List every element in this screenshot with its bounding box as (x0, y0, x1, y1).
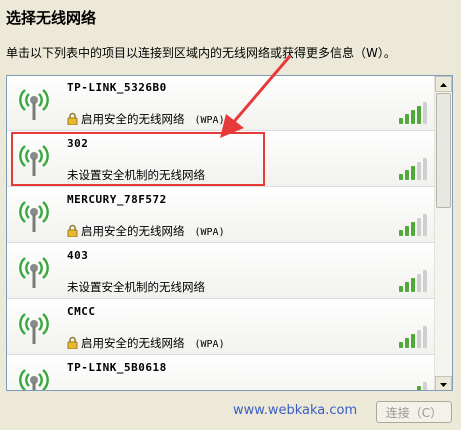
security-type: (WPA) (194, 227, 225, 238)
signal-strength-icon (411, 382, 427, 391)
status-text: 启用安全的无线网络 (81, 224, 185, 238)
network-status: 启用安全的无线网络 (WPA) (67, 335, 225, 351)
signal-strength-icon (399, 270, 427, 292)
arrow-down-icon (440, 383, 447, 387)
signal-bar (399, 342, 403, 348)
network-item[interactable]: MERCURY_78F572 启用安全的无线网络 (WPA) (7, 188, 435, 243)
network-status: 启用安全的无线网络 (WPA) (67, 223, 225, 239)
network-list-frame: TP-LINK_5326B0 启用安全的无线网络 (WPA) 302 未设置安全机制的无… (6, 75, 453, 391)
status-text: 启用安全的无线网络 (81, 112, 185, 126)
highlight-box (11, 132, 265, 186)
connect-button[interactable]: 连接（C） (376, 401, 452, 423)
watermark-text: www.webkaka.com (233, 403, 358, 418)
signal-bar (417, 162, 421, 180)
signal-bar (423, 158, 427, 180)
lock-icon (67, 112, 78, 125)
signal-bar (423, 326, 427, 348)
signal-bar (405, 226, 409, 236)
status-text: 启用安全的无线网络 (81, 336, 185, 350)
status-text: 未设置安全机制的无线网络 (67, 280, 205, 294)
scroll-down-button[interactable] (435, 376, 452, 390)
signal-bar (423, 214, 427, 236)
vertical-scrollbar[interactable] (434, 76, 452, 390)
signal-bar (405, 114, 409, 124)
signal-bar (411, 166, 415, 180)
signal-bar (417, 218, 421, 236)
wifi-antenna-icon (19, 257, 49, 288)
wifi-antenna-icon (19, 201, 49, 232)
signal-bar (417, 386, 421, 390)
security-type: (WPA) (194, 339, 225, 350)
signal-bar (417, 106, 421, 124)
signal-strength-icon (399, 102, 427, 124)
network-item[interactable]: TP-LINK_5B0618 (7, 356, 435, 391)
wifi-antenna-icon (19, 369, 49, 390)
dialog-title: 选择无线网络 (6, 9, 97, 27)
network-ssid: 403 (67, 249, 89, 262)
network-ssid: TP-LINK_5326B0 (67, 81, 167, 94)
scroll-up-button[interactable] (435, 76, 452, 92)
signal-bar (399, 286, 403, 292)
signal-bar (399, 174, 403, 180)
signal-bar (411, 110, 415, 124)
network-ssid: CMCC (67, 305, 96, 318)
signal-bar (405, 170, 409, 180)
signal-bar (399, 230, 403, 236)
signal-bar (411, 390, 415, 391)
signal-bar (423, 102, 427, 124)
signal-bar (411, 334, 415, 348)
lock-icon (67, 224, 78, 237)
signal-bar (423, 270, 427, 292)
signal-bar (405, 282, 409, 292)
network-status: 未设置安全机制的无线网络 (67, 279, 205, 295)
signal-bar (423, 382, 427, 390)
network-list[interactable]: TP-LINK_5326B0 启用安全的无线网络 (WPA) 302 未设置安全机制的无… (7, 76, 435, 391)
network-item[interactable]: CMCC 启用安全的无线网络 (WPA) (7, 300, 435, 355)
signal-strength-icon (399, 158, 427, 180)
signal-strength-icon (399, 214, 427, 236)
network-status: 启用安全的无线网络 (WPA) (67, 111, 225, 127)
signal-bar (417, 330, 421, 348)
instruction-text: 单击以下列表中的项目以连接到区域内的无线网络或获得更多信息（W）。 (6, 46, 396, 60)
lock-icon (67, 336, 78, 349)
network-ssid: TP-LINK_5B0618 (67, 361, 167, 374)
signal-bar (411, 222, 415, 236)
scrollbar-thumb[interactable] (436, 93, 451, 208)
signal-bar (411, 278, 415, 292)
wifi-antenna-icon (19, 89, 49, 120)
network-ssid: MERCURY_78F572 (67, 193, 167, 206)
signal-bar (405, 338, 409, 348)
arrow-up-icon (440, 83, 447, 87)
signal-bar (399, 118, 403, 124)
signal-bar (417, 274, 421, 292)
network-item[interactable]: TP-LINK_5326B0 启用安全的无线网络 (WPA) (7, 76, 435, 131)
network-item[interactable]: 403 未设置安全机制的无线网络 (7, 244, 435, 299)
wifi-antenna-icon (19, 313, 49, 344)
security-type: (WPA) (194, 115, 225, 126)
signal-strength-icon (399, 326, 427, 348)
